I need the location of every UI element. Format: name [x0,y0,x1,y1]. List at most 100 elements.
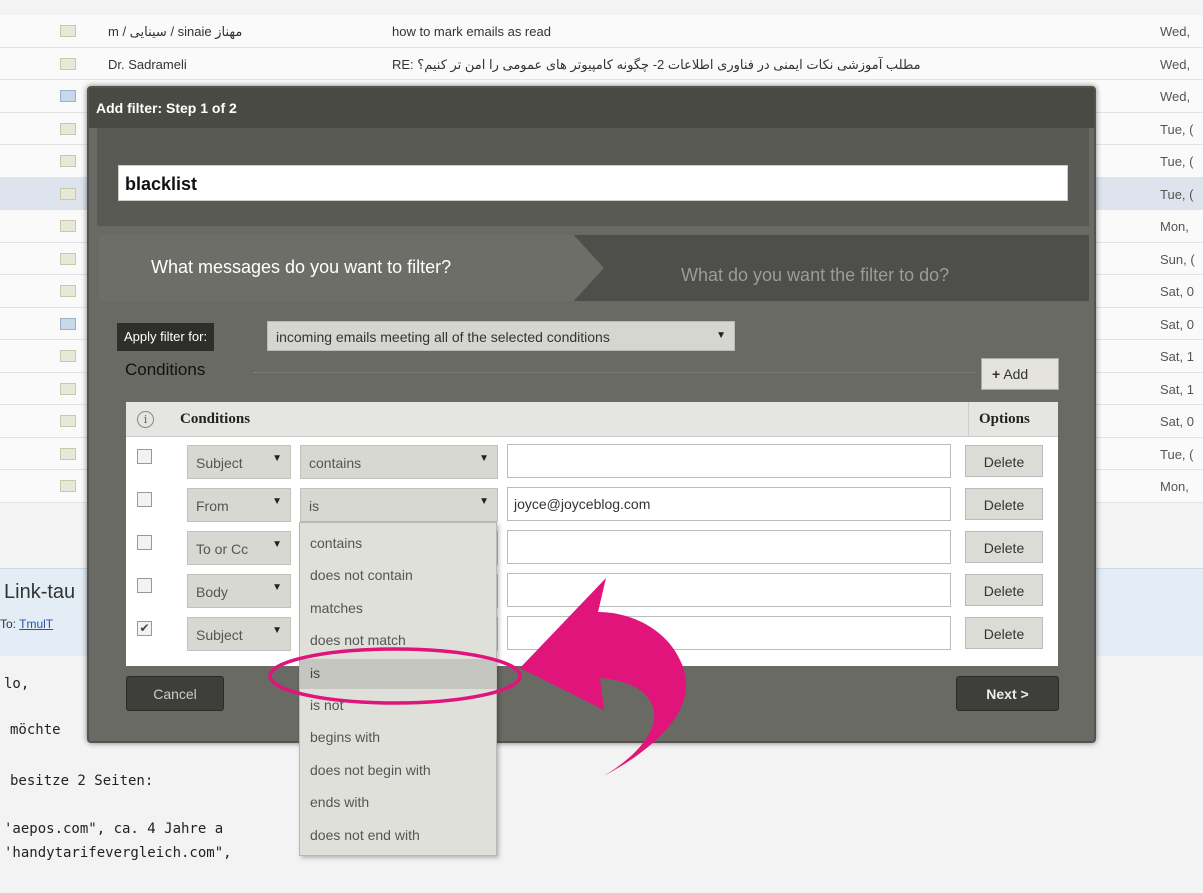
condition-checkbox[interactable] [137,449,152,464]
email-date: Tue, ( [1160,446,1194,462]
operator-select-value: is [309,498,320,514]
email-date: Mon, [1160,219,1189,234]
chevron-down-icon: ▼ [272,496,282,507]
email-date: Sat, 1 [1160,381,1194,397]
message-body-line: 'aepos.com", ca. 4 Jahre a [4,821,224,837]
step-tab-messages-label: What messages do you want to filter? [151,257,452,277]
envelope-icon [60,187,76,200]
email-date: Sat, 0 [1160,414,1194,429]
condition-value-input[interactable]: joyce@joyceblog.com [507,487,951,521]
field-select-value: Body [196,584,228,600]
message-body-line: 'handytarifevergleich.com", [4,845,232,861]
cancel-button[interactable]: Cancel [126,676,224,711]
envelope-icon [60,382,76,395]
step-tab-actions[interactable]: What do you want the filter to do? [681,265,949,286]
operator-option[interactable]: is [300,658,496,689]
email-date: Wed, [1160,56,1191,72]
field-select-value: To or Cc [196,541,249,557]
add-condition-button[interactable]: + Add [981,358,1059,390]
condition-checkbox[interactable] [137,578,152,593]
email-date: Wed, [1160,24,1191,39]
field-select-value: Subject [196,627,243,643]
chevron-down-icon: ▼ [272,625,282,636]
field-select[interactable]: Subject ▼ [187,617,291,651]
email-date: Mon, [1160,479,1189,494]
chevron-down-icon: ▼ [716,330,726,341]
delete-condition-button[interactable]: Delete [965,617,1043,649]
plus-icon: + [992,366,1001,382]
operator-select[interactable]: contains ▼ [300,445,498,479]
condition-value-input[interactable] [507,573,951,607]
condition-value-input[interactable] [507,444,951,478]
condition-checkbox[interactable] [137,535,152,550]
operator-dropdown-menu: contains does not contain matches does not … [299,522,497,856]
recipient-link[interactable]: TmulT [19,617,53,631]
field-select[interactable]: To or Cc ▼ [187,531,291,565]
operator-option[interactable]: begins with [300,723,496,753]
delete-condition-button[interactable]: Delete [965,574,1043,606]
field-select[interactable]: Body ▼ [187,574,291,608]
envelope-icon [60,220,76,232]
chevron-down-icon: ▼ [272,453,282,464]
envelope-icon [60,447,76,460]
email-date: Wed, [1160,89,1191,104]
condition-value-input[interactable] [507,530,951,564]
add-button-label: Add [1003,366,1029,382]
add-filter-dialog: Add filter: Step 1 of 2 blacklist What m… [87,86,1096,743]
operator-option[interactable]: does not begin with [300,756,496,786]
chevron-down-icon: ▼ [479,496,489,507]
field-select-value: Subject [196,455,243,471]
envelope-icon [60,285,76,297]
email-date: Sat, 1 [1160,349,1194,364]
conditions-table: i Conditions Options Subject ▼ contains ▼ De… [126,402,1058,666]
field-select[interactable]: From ▼ [187,488,291,522]
envelope-icon [60,415,76,427]
chevron-down-icon: ▼ [479,453,489,464]
delete-condition-button[interactable]: Delete [965,445,1043,477]
apply-filter-select[interactable]: incoming emails meeting all of the selec… [267,321,735,351]
operator-option[interactable]: matches [300,594,496,624]
email-row[interactable]: Dr. Sadrameli RE: مطلب آموزشی نکات ایمنی … [0,47,1203,80]
operator-option[interactable]: does not end with [300,821,496,851]
step-tab-messages[interactable]: What messages do you want to filter? [99,235,604,301]
field-select[interactable]: Subject ▼ [187,445,291,479]
dialog-title: Add filter: Step 1 of 2 [89,88,1094,128]
reply-icon [60,317,76,330]
envelope-icon [60,480,76,492]
email-sender: Dr. Sadrameli [108,56,187,72]
filter-name-input[interactable]: blacklist [118,165,1068,201]
column-header-conditions: Conditions [180,411,251,427]
condition-row: Body ▼▼ Delete [126,568,1058,610]
delete-condition-button[interactable]: Delete [965,531,1043,563]
apply-filter-value: incoming emails meeting all of the selec… [276,329,610,345]
envelope-icon [60,350,76,362]
info-icon[interactable]: i [137,411,154,428]
email-date: Sun, ( [1160,251,1195,267]
apply-filter-label: Apply filter for: [117,323,215,351]
condition-checkbox[interactable]: ✔ [137,621,152,636]
email-date: Sat, 0 [1160,284,1194,299]
operator-option[interactable]: contains [300,529,496,559]
email-subject: RE: مطلب آموزشی نکات ایمنی در فناوری اطل… [392,56,921,72]
condition-row: Subject ▼ contains ▼ Delete [126,439,1058,481]
operator-option[interactable]: does not contain [300,561,496,591]
reply-icon [60,90,76,102]
divider [254,372,976,373]
email-date: Tue, ( [1160,186,1194,202]
condition-checkbox[interactable] [137,492,152,507]
email-row[interactable]: m / سینایی / sinaie مهناز how to mark ema… [0,15,1203,48]
delete-condition-button[interactable]: Delete [965,488,1043,520]
field-select-value: From [196,498,229,514]
condition-row: ✔ Subject ▼▼ Delete [126,611,1058,653]
condition-value-input[interactable] [507,616,951,650]
operator-option[interactable]: is not [300,691,496,721]
operator-option[interactable]: ends with [300,788,496,818]
next-button[interactable]: Next > [956,676,1059,711]
email-date: Tue, ( [1160,121,1194,137]
envelope-icon [60,252,76,265]
operator-option[interactable]: does not match [300,626,496,656]
operator-select[interactable]: is ▼ [300,488,498,522]
message-body-line: möchte [10,722,61,738]
conditions-heading: Conditions [125,360,206,379]
filter-name-panel: blacklist [97,128,1089,226]
